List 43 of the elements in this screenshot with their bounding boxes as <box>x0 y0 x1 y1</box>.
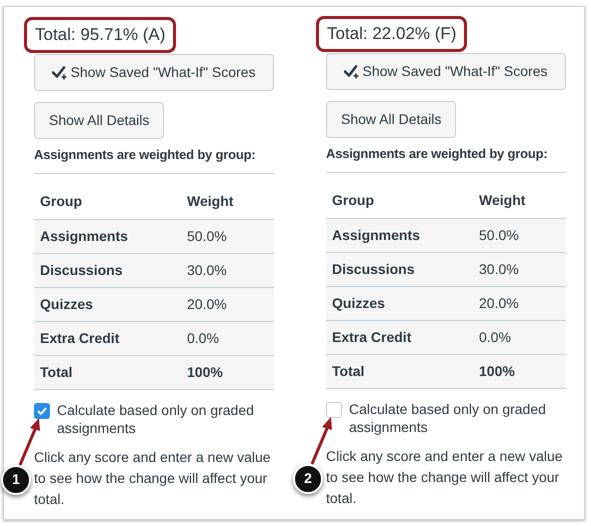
weight-cell: 20.0% <box>473 286 566 320</box>
weight-cell: 0.0% <box>181 321 274 355</box>
group-cell: Extra Credit <box>34 321 181 355</box>
group-cell: Assignments <box>326 218 473 252</box>
column-header: Weight <box>473 184 566 218</box>
callout-number: 1 <box>1 464 31 494</box>
group-cell: Discussions <box>34 253 181 287</box>
hint-text: Click any score and enter a new value to see how the change will affect your total. <box>326 446 564 508</box>
column-header: Group <box>34 185 181 219</box>
weight-cell: 50.0% <box>473 218 566 252</box>
weighting-heading: Assignments are weighted by group: <box>326 145 548 162</box>
show-all-details-button[interactable]: Show All Details <box>34 102 164 139</box>
column-header: Group <box>326 184 473 218</box>
check-plus-icon <box>344 64 360 78</box>
checkbox-label: Calculate based only on graded assignments <box>57 400 255 436</box>
show-saved-scores-button[interactable]: Show Saved "What-If" Scores <box>34 54 274 91</box>
group-cell: Extra Credit <box>326 320 473 354</box>
check-plus-icon <box>52 66 68 80</box>
checkbox-label: Calculate based only on graded assignments <box>349 400 547 436</box>
group-cell: Total <box>34 355 181 389</box>
weighting-heading: Assignments are weighted by group: <box>34 146 256 163</box>
weight-cell: 20.0% <box>181 287 274 321</box>
hint-text: Click any score and enter a new value to see how the change will affect your total. <box>34 448 272 508</box>
total-grade: Total: 95.71% (A) <box>24 17 176 53</box>
show-all-details-button[interactable]: Show All Details <box>326 101 456 138</box>
group-cell: Quizzes <box>34 287 181 321</box>
checkbox[interactable] <box>34 402 50 418</box>
show-saved-scores-button[interactable]: Show Saved "What-If" Scores <box>326 53 566 90</box>
group-cell: Discussions <box>326 252 473 286</box>
weight-cell: 100% <box>473 354 566 388</box>
weight-cell: 30.0% <box>181 253 274 287</box>
weight-cell: 50.0% <box>181 219 274 253</box>
checkmark-icon <box>37 406 47 414</box>
group-cell: Total <box>326 354 473 388</box>
callout-number: 2 <box>293 464 323 494</box>
weight-cell: 100% <box>181 355 274 389</box>
weight-cell: 30.0% <box>473 252 566 286</box>
checkbox[interactable] <box>326 402 342 418</box>
total-grade: Total: 22.02% (F) <box>316 16 468 52</box>
group-cell: Quizzes <box>326 286 473 320</box>
weight-cell: 0.0% <box>473 320 566 354</box>
column-header: Weight <box>181 185 274 219</box>
group-cell: Assignments <box>34 219 181 253</box>
